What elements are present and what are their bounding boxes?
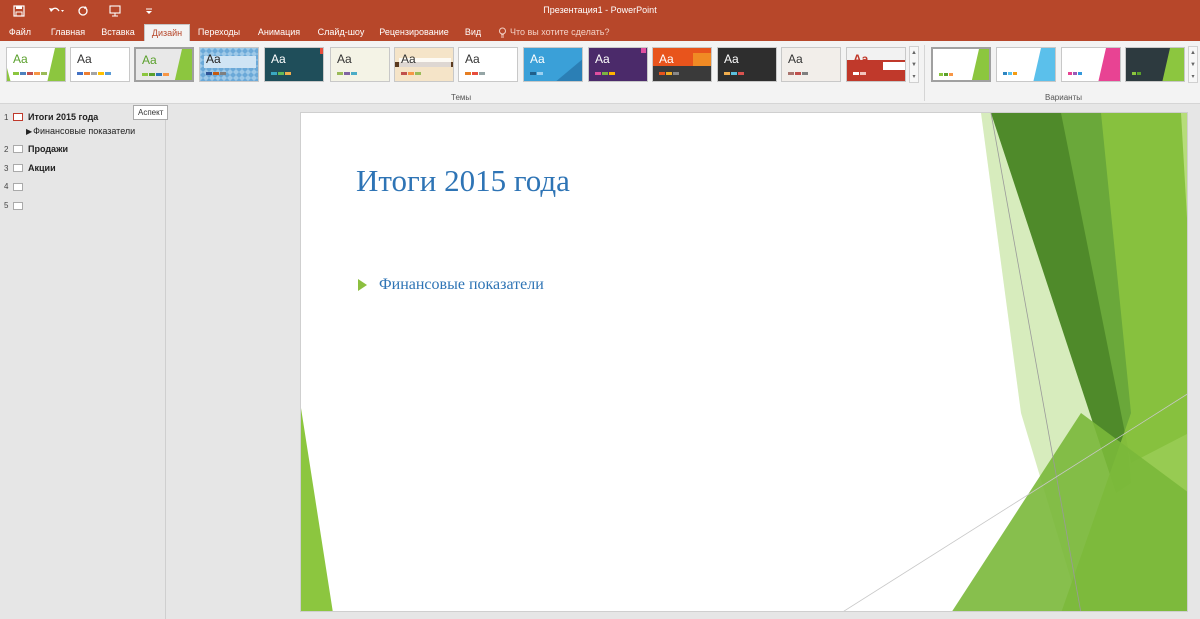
theme-glyph: Aa — [853, 52, 869, 66]
outline-slide-4[interactable]: 4 — [4, 182, 28, 191]
ribbon-design: Aa Aa Aa Aa Aa Aa Aa Aa Aa Aa Aa Aa Aa A… — [0, 41, 1200, 104]
tab-review[interactable]: Рецензирование — [378, 24, 450, 41]
theme-glyph: Aa — [206, 52, 221, 66]
outline-slide-2[interactable]: 2 Продажи — [4, 144, 68, 154]
outline-slide-1[interactable]: 1 Итоги 2015 года — [4, 112, 98, 122]
themes-group-label: Темы — [451, 93, 472, 102]
tab-animations[interactable]: Анимация — [253, 24, 305, 41]
scroll-up-icon[interactable]: ▲ — [910, 47, 918, 59]
tab-transitions[interactable]: Переходы — [195, 24, 243, 41]
theme-thumb[interactable]: Aa — [846, 47, 906, 82]
variant-art — [1003, 48, 1055, 81]
theme-thumb[interactable]: Aa — [458, 47, 518, 82]
title-bar: Презентация1 - PowerPoint — [0, 0, 1200, 22]
slide-icon — [13, 164, 23, 172]
theme-thumb-selected[interactable]: Aa — [134, 47, 194, 82]
outline-pane[interactable]: 1 Итоги 2015 года ▶ Финансовые показател… — [0, 105, 166, 619]
theme-thumb[interactable]: Aa — [6, 47, 66, 82]
slide-number: 2 — [4, 144, 9, 154]
variants-scroll[interactable]: ▲ ▼ ▾ — [1188, 46, 1198, 83]
theme-glyph: Aa — [337, 52, 352, 66]
theme-thumb[interactable]: Aa — [394, 47, 454, 82]
slide-bullet-text[interactable]: Финансовые показатели — [379, 276, 544, 294]
slide-number: 1 — [4, 112, 9, 122]
tab-design[interactable]: Дизайн — [144, 24, 190, 41]
variant-art — [1068, 48, 1120, 81]
outline-slide-5[interactable]: 5 — [4, 201, 28, 210]
variant-thumb[interactable] — [1125, 47, 1185, 82]
scroll-down-icon[interactable]: ▼ — [1189, 59, 1197, 71]
slide-number: 4 — [4, 182, 9, 191]
themes-scroll[interactable]: ▲ ▼ ▾ — [909, 46, 919, 83]
slide-title[interactable]: Продажи — [28, 144, 68, 154]
tab-insert[interactable]: Вставка — [98, 24, 138, 41]
theme-thumb[interactable]: Aa — [781, 47, 841, 82]
slide-title[interactable]: Итоги 2015 года — [356, 163, 570, 199]
variant-thumb[interactable] — [1061, 47, 1121, 82]
theme-glyph: Aa — [142, 53, 157, 67]
theme-glyph: Aa — [788, 52, 803, 66]
slide-icon — [13, 182, 23, 191]
slide-number: 3 — [4, 163, 9, 173]
tab-slideshow[interactable]: Слайд-шоу — [313, 24, 369, 41]
theme-thumb[interactable]: Aa — [588, 47, 648, 82]
theme-thumb[interactable]: Aa — [199, 47, 259, 82]
theme-glyph: Aa — [271, 52, 286, 66]
bullet-text[interactable]: Финансовые показатели — [33, 126, 135, 136]
slide-title[interactable]: Итоги 2015 года — [28, 112, 98, 122]
tab-view[interactable]: Вид — [459, 24, 487, 41]
variant-art — [1132, 48, 1184, 81]
theme-glyph: Aa — [595, 52, 610, 66]
theme-thumb[interactable]: Aa — [523, 47, 583, 82]
slide-number: 5 — [4, 201, 9, 210]
slide-canvas[interactable]: Итоги 2015 года Финансовые показатели — [300, 112, 1188, 612]
window-title: Презентация1 - PowerPoint — [543, 5, 657, 15]
theme-glyph: Aa — [465, 52, 480, 66]
outline-bullet[interactable]: ▶ Финансовые показатели — [26, 126, 135, 136]
variant-thumb-selected[interactable] — [931, 47, 991, 82]
variants-group-label: Варианты — [1045, 93, 1082, 102]
more-icon[interactable]: ▾ — [910, 71, 918, 83]
slide-icon — [13, 113, 23, 121]
slide-bullet[interactable]: Финансовые показатели — [358, 276, 544, 294]
variant-thumb[interactable] — [996, 47, 1056, 82]
bullet-arrow-icon: ▶ — [26, 126, 33, 136]
tell-me-box[interactable]: Что вы хотите сделать? — [498, 24, 610, 40]
theme-thumb[interactable]: Aa — [264, 47, 324, 82]
bullet-arrow-icon — [358, 279, 367, 291]
theme-glyph: Aa — [530, 52, 545, 66]
lightbulb-icon — [499, 27, 506, 37]
tab-file[interactable]: Файл — [4, 24, 36, 41]
group-divider — [924, 45, 925, 101]
tab-home[interactable]: Главная — [46, 24, 90, 41]
scroll-up-icon[interactable]: ▲ — [1189, 47, 1197, 59]
ribbon-tabs: Файл Главная Вставка Дизайн Переходы Ани… — [0, 22, 1200, 41]
theme-glyph: Aa — [724, 52, 739, 66]
theme-thumb[interactable]: Aa — [330, 47, 390, 82]
outline-slide-3[interactable]: 3 Акции — [4, 163, 56, 173]
scroll-down-icon[interactable]: ▼ — [910, 59, 918, 71]
slide-icon — [13, 145, 23, 153]
theme-thumb[interactable]: Aa — [717, 47, 777, 82]
slide-title[interactable]: Акции — [28, 163, 56, 173]
tell-me-text: Что вы хотите сделать? — [510, 27, 610, 37]
theme-glyph: Aa — [77, 52, 92, 66]
theme-thumb[interactable]: Aa — [70, 47, 130, 82]
theme-glyph: Aa — [401, 52, 416, 66]
variant-art — [939, 49, 989, 80]
more-icon[interactable]: ▾ — [1189, 71, 1197, 83]
theme-thumb[interactable]: Aa — [652, 47, 712, 82]
tooltip: Аспект — [133, 105, 169, 120]
theme-glyph: Aa — [659, 52, 674, 66]
theme-glyph: Aa — [13, 52, 28, 66]
slide-icon — [13, 201, 23, 210]
